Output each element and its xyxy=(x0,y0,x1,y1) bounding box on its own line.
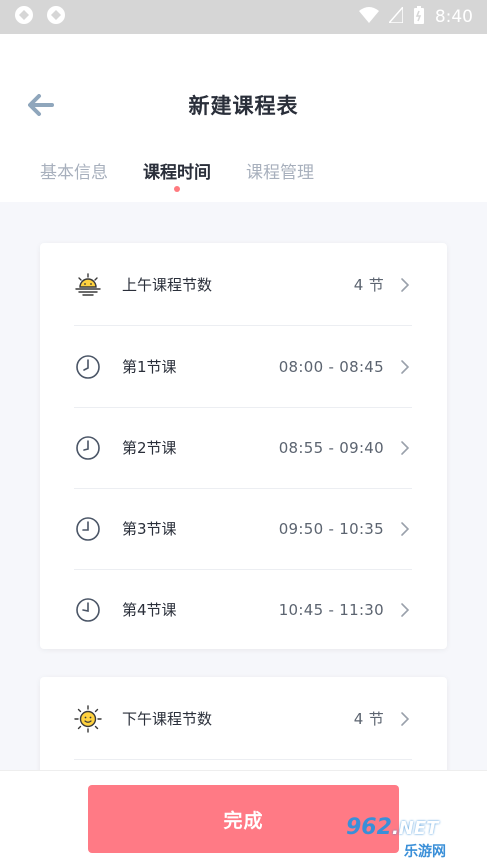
period-row-2[interactable]: 第2节课 08:55 - 09:40 xyxy=(74,407,412,488)
period-row-3[interactable]: 第3节课 09:50 - 10:35 xyxy=(74,488,412,569)
chevron-right-icon xyxy=(398,439,412,457)
row-label: 第1节课 xyxy=(122,358,177,376)
row-value: 08:00 - 08:45 xyxy=(278,357,384,376)
watermark-top: 962.NET xyxy=(346,815,438,840)
period-row-4[interactable]: 第4节课 10:45 - 11:30 xyxy=(74,569,412,650)
chevron-right-icon xyxy=(398,601,412,619)
tab-bar: 基本信息 课程时间 课程管理 xyxy=(40,158,314,192)
status-time: 8:40 xyxy=(434,7,473,27)
morning-schedule-card: 上午课程节数 4 节 第1节课 08:00 - 08:45 第2节课 08:55… xyxy=(40,243,447,649)
clock-icon xyxy=(74,596,102,624)
afternoon-count-row[interactable]: 下午课程节数 4 节 xyxy=(74,678,412,759)
divider xyxy=(74,759,412,760)
chevron-right-icon xyxy=(398,276,412,294)
tab-active-indicator xyxy=(174,186,180,192)
status-right: 8:40 xyxy=(358,4,473,30)
chevron-right-icon xyxy=(398,520,412,538)
page-title: 新建课程表 xyxy=(188,94,299,118)
battery-icon xyxy=(413,5,425,30)
row-label: 第4节课 xyxy=(122,601,177,619)
no-signal-icon xyxy=(387,4,404,28)
clock-icon xyxy=(74,515,102,543)
row-value: 08:55 - 09:40 xyxy=(278,438,384,457)
status-left xyxy=(14,5,66,29)
status-bar: 8:40 xyxy=(0,0,487,34)
morning-count-row[interactable]: 上午课程节数 4 节 xyxy=(74,244,412,325)
chevron-right-icon xyxy=(398,358,412,376)
tab-basic-info[interactable]: 基本信息 xyxy=(40,158,108,183)
sunrise-icon xyxy=(74,271,102,299)
tab-label: 课程管理 xyxy=(246,163,314,183)
row-value: 09:50 - 10:35 xyxy=(278,519,384,538)
clock-icon xyxy=(74,353,102,381)
watermark-net: .NET xyxy=(391,818,439,839)
app-icon xyxy=(14,5,34,29)
period-row-1[interactable]: 第1节课 08:00 - 08:45 xyxy=(74,326,412,407)
row-label: 第3节课 xyxy=(122,520,177,538)
row-label: 上午课程节数 xyxy=(122,276,213,294)
sun-icon xyxy=(74,704,102,733)
tab-label: 课程时间 xyxy=(143,163,211,183)
tab-course-time[interactable]: 课程时间 xyxy=(143,158,211,192)
watermark-number: 962 xyxy=(346,815,392,840)
tab-label: 基本信息 xyxy=(40,163,108,183)
wifi-icon xyxy=(358,6,379,28)
row-value: 4 节 xyxy=(353,710,384,728)
watermark-bottom: 乐游网 xyxy=(404,844,446,860)
row-label: 第2节课 xyxy=(122,439,177,457)
clock-icon xyxy=(74,434,102,462)
chevron-right-icon xyxy=(398,710,412,728)
app-icon xyxy=(46,5,66,29)
tab-course-management[interactable]: 课程管理 xyxy=(246,158,314,183)
row-label: 下午课程节数 xyxy=(122,710,213,728)
watermark-logo: 962.NET 乐游网 xyxy=(346,815,480,861)
row-value: 4 节 xyxy=(353,276,384,294)
header: 新建课程表 基本信息 课程时间 课程管理 xyxy=(0,34,487,202)
row-value: 10:45 - 11:30 xyxy=(278,600,384,619)
